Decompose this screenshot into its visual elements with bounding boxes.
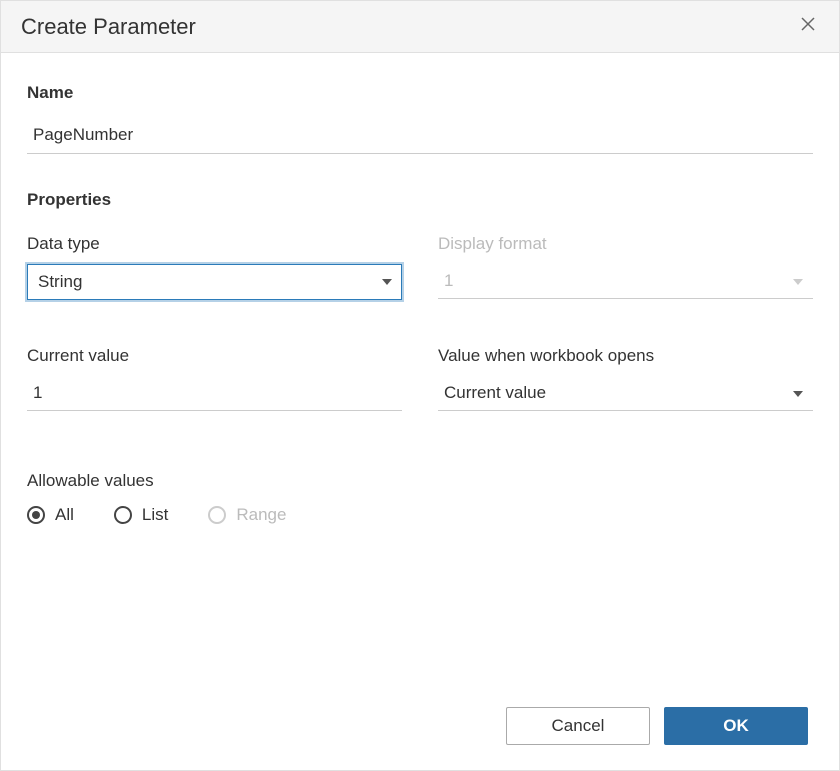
- dialog-title: Create Parameter: [21, 14, 196, 40]
- value-when-opens-select-wrap: Current value: [438, 376, 813, 411]
- radio-icon: [208, 506, 226, 524]
- radio-icon: [114, 506, 132, 524]
- display-format-select-wrap: 1: [438, 264, 813, 299]
- display-format-label: Display format: [438, 234, 813, 254]
- data-type-field: Data type String: [27, 234, 402, 300]
- radio-range-label: Range: [236, 505, 286, 525]
- allowable-values-radio-group: All List Range: [27, 505, 813, 525]
- display-format-select: 1: [438, 264, 813, 299]
- radio-list[interactable]: List: [114, 505, 168, 525]
- dialog-footer: Cancel OK: [506, 707, 808, 745]
- value-when-opens-select[interactable]: Current value: [438, 376, 813, 411]
- properties-section: Properties Data type String Display form…: [27, 190, 813, 525]
- row-datatype-displayformat: Data type String Display format 1: [27, 234, 813, 300]
- display-format-field: Display format 1: [438, 234, 813, 300]
- name-input[interactable]: [27, 117, 813, 154]
- radio-icon: [27, 506, 45, 524]
- create-parameter-dialog: Create Parameter Name Properties Data ty…: [0, 0, 840, 771]
- dialog-body: Name Properties Data type String Display…: [1, 53, 839, 545]
- name-label: Name: [27, 83, 813, 103]
- radio-all[interactable]: All: [27, 505, 74, 525]
- current-value-input[interactable]: [27, 376, 402, 411]
- data-type-label: Data type: [27, 234, 402, 254]
- allowable-values-section: Allowable values All List Range: [27, 471, 813, 525]
- row-currentvalue-whenopens: Current value Value when workbook opens …: [27, 346, 813, 411]
- allowable-values-label: Allowable values: [27, 471, 813, 491]
- close-button[interactable]: [797, 13, 819, 40]
- data-type-select-wrap: String: [27, 264, 402, 300]
- dialog-header: Create Parameter: [1, 1, 839, 53]
- data-type-select[interactable]: String: [27, 264, 402, 300]
- current-value-field: Current value: [27, 346, 402, 411]
- radio-dot-icon: [32, 511, 40, 519]
- ok-button[interactable]: OK: [664, 707, 808, 745]
- radio-list-label: List: [142, 505, 168, 525]
- properties-label: Properties: [27, 190, 813, 210]
- value-when-opens-field: Value when workbook opens Current value: [438, 346, 813, 411]
- value-when-opens-label: Value when workbook opens: [438, 346, 813, 366]
- current-value-label: Current value: [27, 346, 402, 366]
- close-icon: [801, 18, 815, 35]
- radio-all-label: All: [55, 505, 74, 525]
- radio-range: Range: [208, 505, 286, 525]
- cancel-button[interactable]: Cancel: [506, 707, 650, 745]
